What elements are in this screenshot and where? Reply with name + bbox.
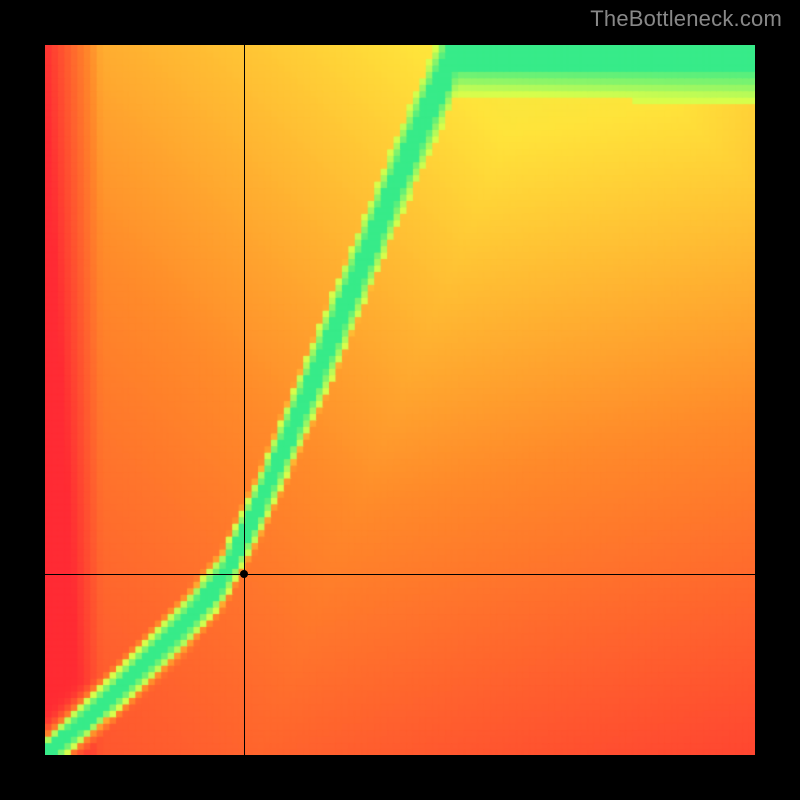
chart-root: TheBottleneck.com — [0, 0, 800, 800]
watermark-label: TheBottleneck.com — [590, 6, 782, 32]
crosshair-horizontal — [45, 574, 755, 575]
crosshair-vertical — [244, 45, 245, 755]
heatmap-plot — [45, 45, 755, 755]
selection-marker — [240, 570, 248, 578]
heatmap-canvas — [45, 45, 755, 755]
